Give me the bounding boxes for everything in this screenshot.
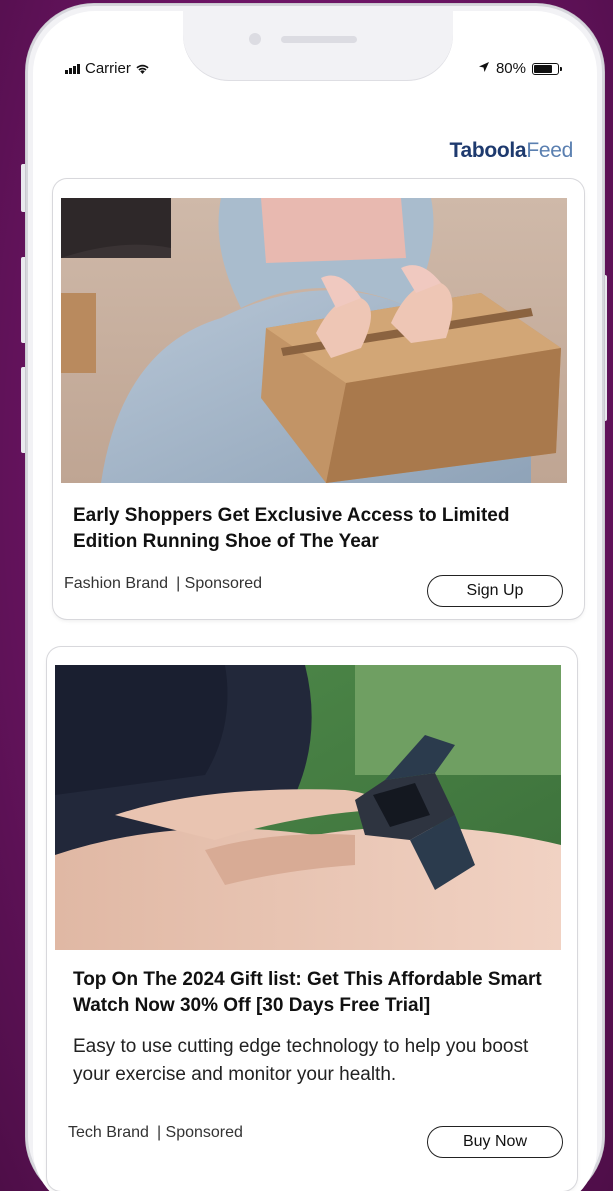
sponsored-card-1[interactable]: Early Shoppers Get Exclusive Access to L… — [53, 179, 584, 619]
phone-screen: Carrier 80% TaboolaFeed Early Shoppers G… — [33, 11, 597, 1191]
card-description[interactable]: Easy to use cutting edge technology to h… — [73, 1033, 553, 1089]
sponsored-label: | Sponsored — [176, 575, 263, 592]
battery-icon — [532, 62, 562, 75]
brand-name: Fashion Brand — [64, 575, 169, 592]
card-image-package[interactable] — [61, 198, 567, 483]
smart-watch-image — [55, 665, 561, 950]
hands-on-box-image — [61, 198, 567, 483]
status-bar: Carrier 80% — [33, 11, 597, 111]
logo-bold-text: Taboola — [449, 139, 527, 162]
carrier-label: Carrier — [85, 60, 131, 77]
buy-now-button[interactable]: Buy Now — [427, 1126, 563, 1158]
signal-icon — [65, 63, 81, 74]
wifi-icon — [135, 61, 150, 77]
brand-name: Tech Brand — [68, 1124, 149, 1141]
card-headline[interactable]: Top On The 2024 Gift list: Get This Affo… — [73, 967, 553, 1019]
taboola-feed-logo: TaboolaFeed — [449, 139, 573, 163]
sponsored-card-2[interactable]: Top On The 2024 Gift list: Get This Affo… — [47, 647, 577, 1191]
battery-indicator: 80% — [478, 60, 562, 77]
battery-percentage: 80% — [495, 60, 526, 77]
sign-up-button[interactable]: Sign Up — [427, 575, 563, 607]
location-arrow-icon — [478, 61, 490, 76]
card-sponsor-line: Fashion Brand | Sponsored — [64, 575, 262, 593]
logo-light-text: Feed — [526, 139, 573, 162]
card-image-smartwatch[interactable] — [55, 665, 561, 950]
card-sponsor-line: Tech Brand | Sponsored — [68, 1124, 243, 1142]
card-headline[interactable]: Early Shoppers Get Exclusive Access to L… — [73, 503, 543, 555]
sponsored-label: | Sponsored — [156, 1124, 243, 1141]
phone-frame: Carrier 80% TaboolaFeed Early Shoppers G… — [26, 4, 604, 1191]
carrier-indicator: Carrier — [65, 60, 150, 77]
